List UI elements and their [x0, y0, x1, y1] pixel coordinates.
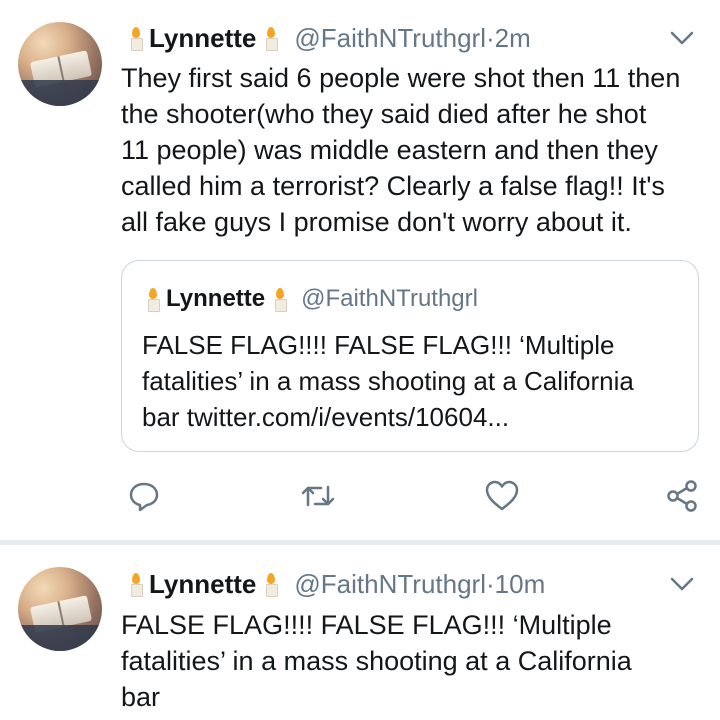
tweet-text: They first said 6 people were shot then …: [121, 63, 681, 237]
tweet-text: FALSE FLAG!!!! FALSE FLAG!!! ‘Multiple f…: [121, 610, 632, 712]
avatar[interactable]: [18, 22, 102, 106]
tweet-actions: [0, 470, 720, 520]
separator-dot: ·: [485, 568, 495, 599]
display-name[interactable]: Lynnette: [149, 23, 256, 54]
retweet-icon: [301, 485, 335, 507]
quoted-tweet[interactable]: Lynnette @FaithNTruthgrl FALSE FLAG!!!! …: [121, 260, 699, 452]
chevron-down-icon[interactable]: [668, 28, 696, 48]
candle-icon: [273, 288, 288, 312]
candle-icon: [129, 573, 143, 597]
quoted-tweet-header: Lynnette @FaithNTruthgrl: [146, 281, 478, 317]
user-handle[interactable]: @FaithNTruthgrl: [294, 23, 486, 54]
timestamp[interactable]: 10m: [495, 569, 546, 600]
reply-button[interactable]: [124, 476, 164, 516]
share-icon: [667, 480, 697, 512]
reply-icon: [129, 482, 159, 512]
avatar-shadow: [18, 625, 102, 651]
avatar[interactable]: [18, 567, 102, 651]
avatar-shadow: [18, 80, 102, 106]
retweet-button[interactable]: [298, 476, 338, 516]
like-button[interactable]: [482, 476, 522, 516]
candle-icon: [264, 27, 279, 51]
candle-icon: [264, 573, 279, 597]
separator-dot: ·: [485, 22, 495, 53]
user-handle[interactable]: @FaithNTruthgrl: [294, 569, 486, 600]
timestamp[interactable]: 2m: [495, 23, 531, 54]
candle-icon: [146, 288, 160, 312]
share-button[interactable]: [662, 476, 702, 516]
heart-icon: [485, 480, 519, 511]
quoted-display-name: Lynnette: [166, 285, 266, 312]
quoted-user-handle: @FaithNTruthgrl: [301, 285, 478, 312]
candle-icon: [129, 27, 143, 51]
tweet[interactable]: Lynnette @FaithNTruthgrl · 2m They first…: [0, 0, 720, 540]
tweet-header: Lynnette @FaithNTruthgrl · 10m: [123, 564, 545, 604]
tweet[interactable]: Lynnette @FaithNTruthgrl · 10m FALSE FLA…: [0, 545, 720, 720]
display-name[interactable]: Lynnette: [149, 569, 256, 600]
quoted-tweet-text: FALSE FLAG!!!! FALSE FLAG!!! ‘Multiple f…: [142, 330, 634, 432]
tweet-header: Lynnette @FaithNTruthgrl · 2m: [123, 18, 531, 58]
chevron-down-icon[interactable]: [668, 574, 696, 594]
